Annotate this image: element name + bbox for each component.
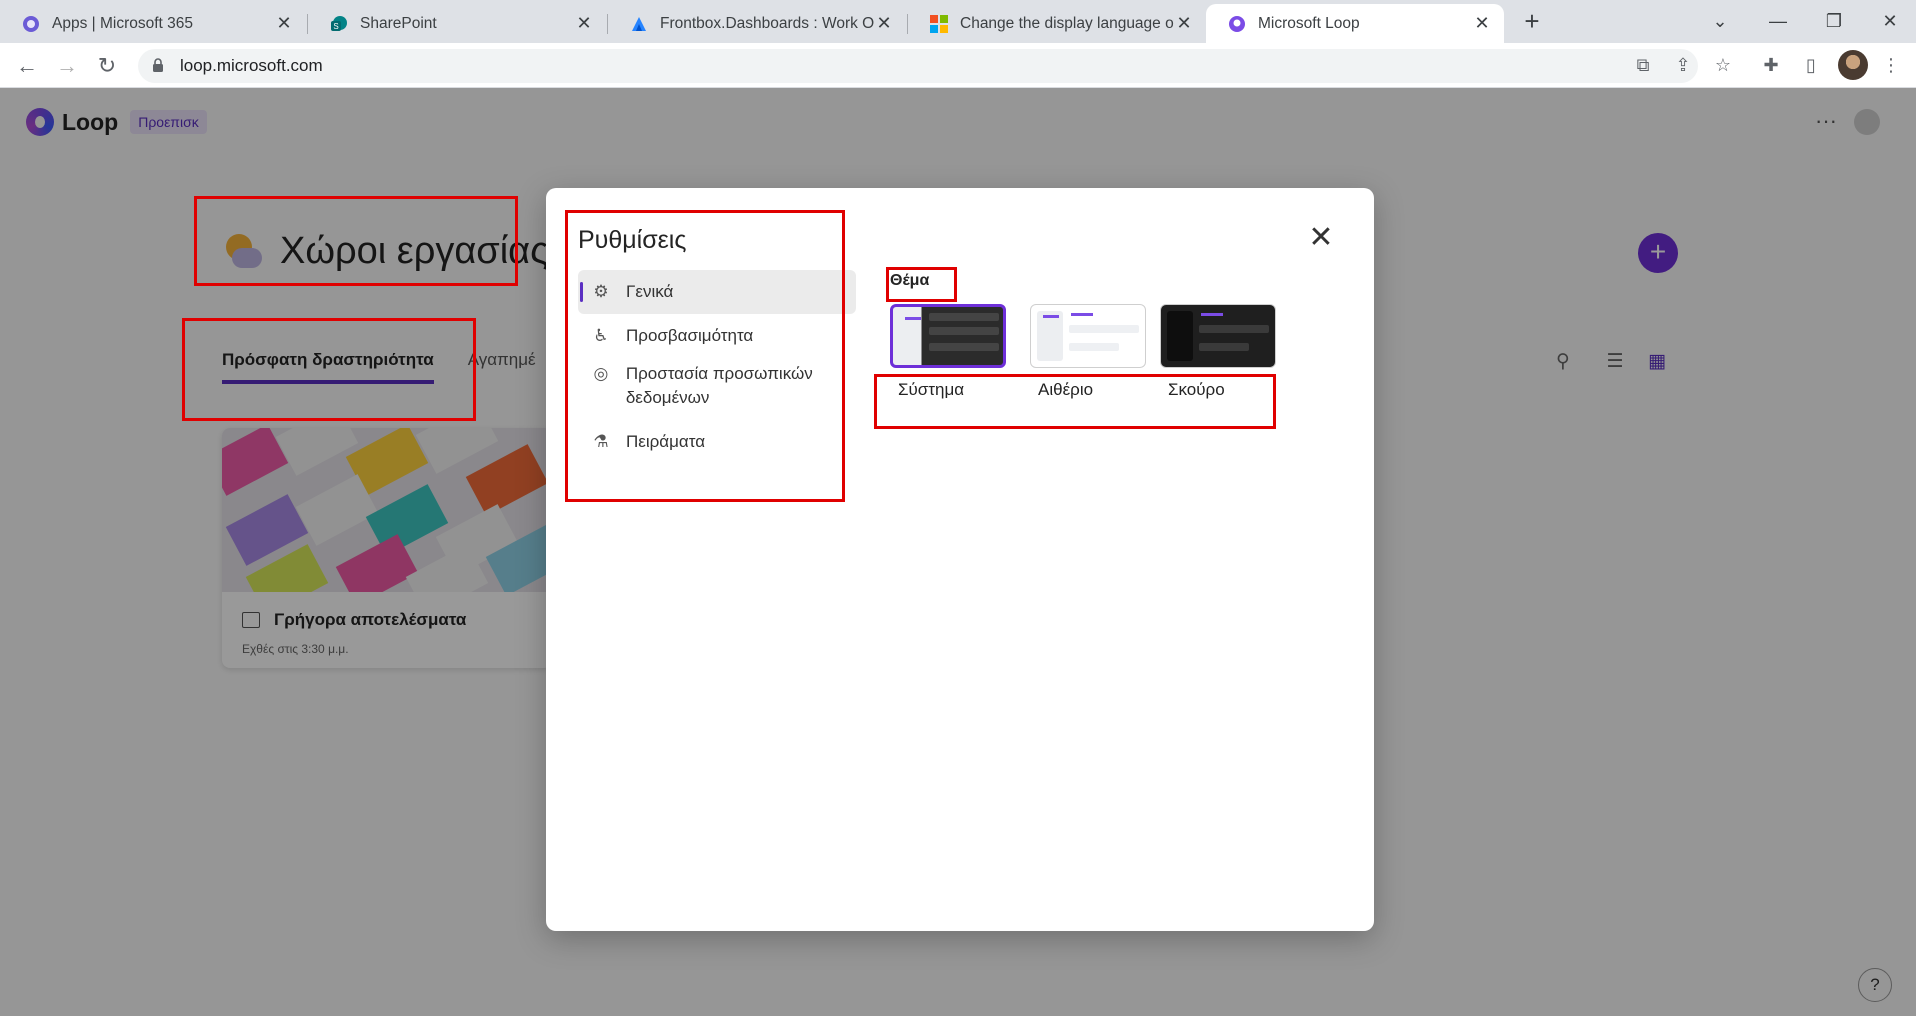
browser-tab-ms-docs[interactable]: Change the display language of r ✕ [908,4,1206,43]
forward-icon[interactable]: → [52,51,82,81]
window-close-icon[interactable]: ✕ [1868,6,1912,36]
browser-tab-sharepoint[interactable]: S SharePoint ✕ [308,4,606,43]
side-panel-icon[interactable]: ▯ [1798,52,1824,78]
highlight-box-theme-label [886,267,957,302]
new-tab-icon[interactable]: + [1520,6,1544,36]
m365-icon [22,15,40,33]
svg-text:S: S [333,22,338,31]
tab-title: Change the display language of r [960,14,1174,32]
browser-tab-frontbox[interactable]: Frontbox.Dashboards : Work Ord ✕ [608,4,906,43]
address-bar[interactable]: loop.microsoft.com [138,49,1698,83]
tab-title: SharePoint [360,14,437,32]
tab-title: Frontbox.Dashboards : Work Ord [660,14,874,32]
share-icon[interactable]: ⇪ [1670,52,1696,78]
url-text: loop.microsoft.com [180,56,323,75]
close-tab-icon[interactable]: ✕ [1472,13,1492,34]
close-tab-icon[interactable]: ✕ [874,13,894,34]
lock-icon [152,57,166,75]
extensions-icon[interactable]: ✚ [1758,52,1784,78]
browser-tab-loop[interactable]: Microsoft Loop ✕ [1206,4,1504,43]
reload-icon[interactable]: ↻ [92,51,122,81]
tab-search-icon[interactable]: ⌄ [1698,6,1742,36]
open-in-app-icon[interactable]: ⧉ [1630,52,1656,78]
microsoft-icon [930,14,948,33]
theme-thumb-dark [1160,304,1276,368]
browser-menu-icon[interactable]: ⋮ [1878,52,1904,78]
bookmark-star-icon[interactable]: ☆ [1710,52,1736,78]
highlight-box-title [194,196,518,286]
profile-avatar[interactable] [1838,50,1868,80]
tab-title: Apps | Microsoft 365 [52,14,194,32]
browser-tab-bar: Apps | Microsoft 365 ✕ S SharePoint ✕ Fr… [0,0,1916,43]
theme-thumb-light [1030,304,1146,368]
browser-tab-m365[interactable]: Apps | Microsoft 365 ✕ [0,4,306,43]
close-tab-icon[interactable]: ✕ [274,13,294,34]
restore-icon[interactable]: ❐ [1812,6,1856,36]
browser-toolbar: ← → ↻ loop.microsoft.com ⧉ ⇪ ☆ ✚ ▯ ⋮ [0,43,1916,88]
theme-thumb-system [890,304,1006,368]
highlight-box-tabs [182,318,476,421]
loop-icon [1228,15,1246,33]
frontbox-icon [630,15,648,33]
close-tab-icon[interactable]: ✕ [574,13,594,34]
back-icon[interactable]: ← [12,51,42,81]
minimize-icon[interactable]: — [1756,6,1800,36]
close-tab-icon[interactable]: ✕ [1174,13,1194,34]
highlight-box-theme-options [874,374,1276,429]
tab-title: Microsoft Loop [1258,14,1360,32]
close-icon[interactable]: ✕ [1306,223,1336,254]
highlight-box-settings-nav [565,210,845,502]
sharepoint-icon: S [330,15,348,33]
